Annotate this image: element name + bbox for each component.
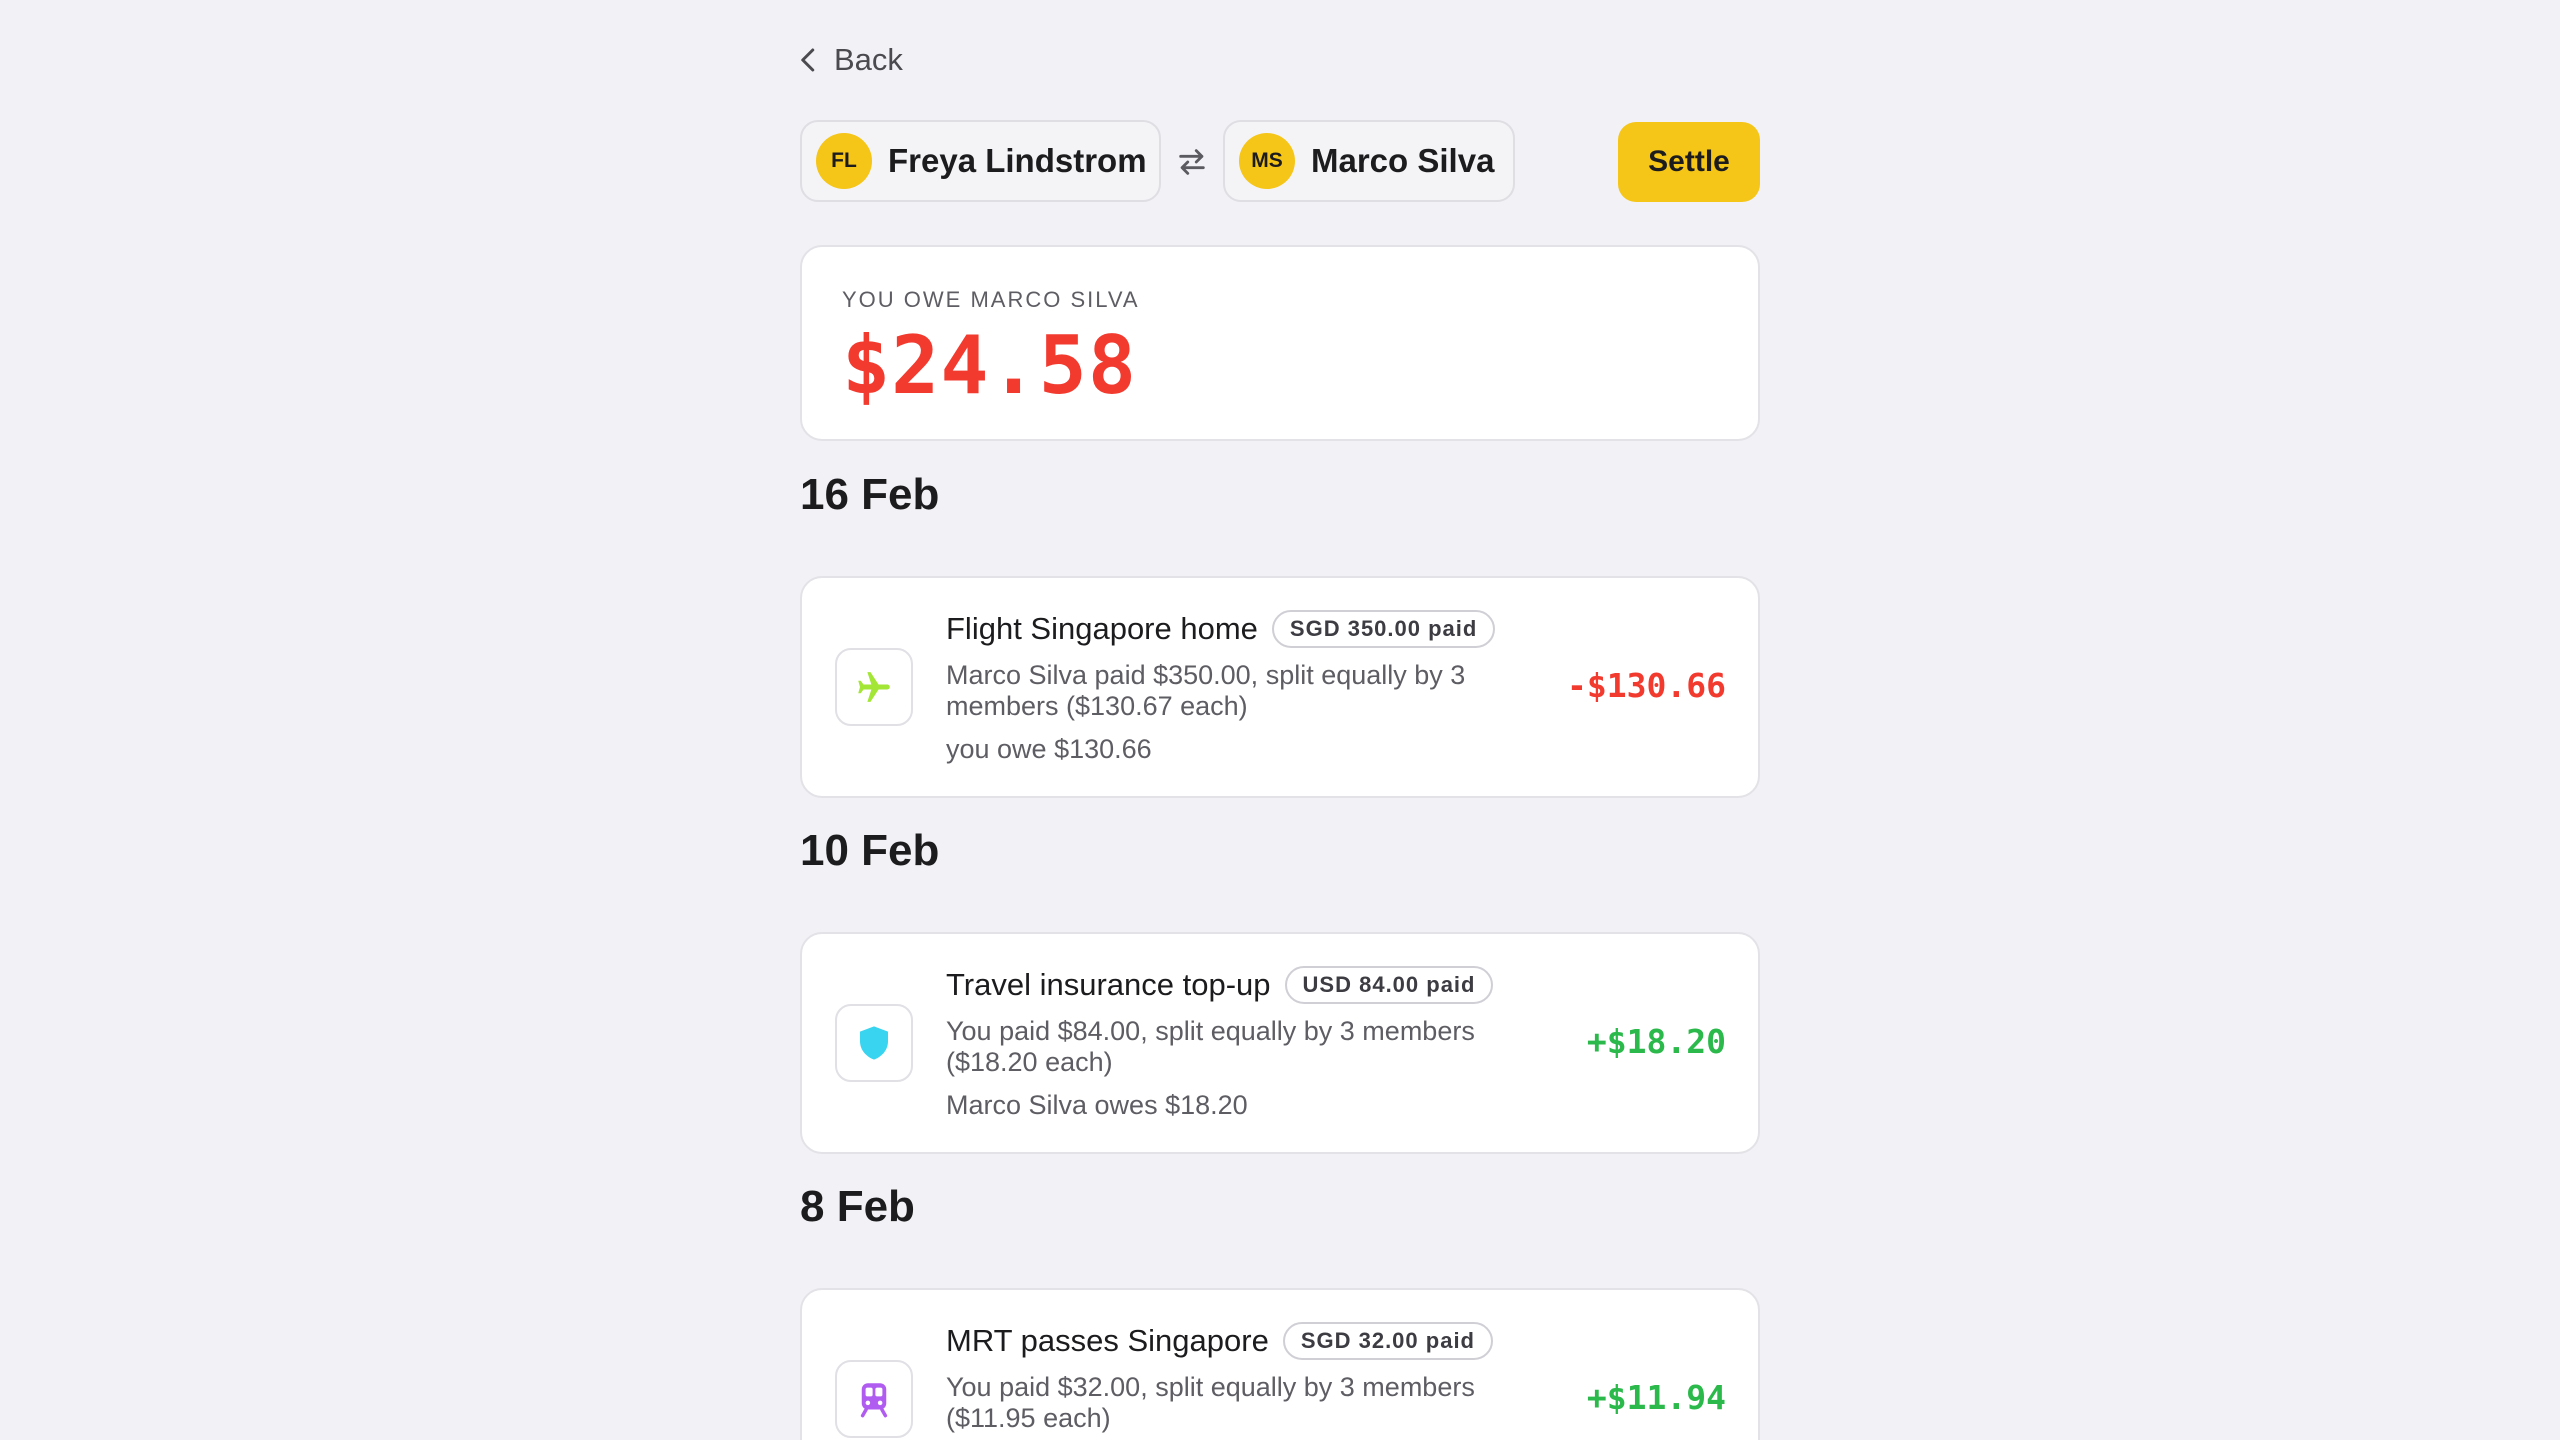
expense-body: MRT passes Singapore SGD 32.00 paid You … — [946, 1322, 1546, 1440]
balance-amount: $24.58 — [842, 319, 1137, 412]
expense-title-row: MRT passes Singapore SGD 32.00 paid — [946, 1322, 1546, 1360]
shield-icon — [835, 1004, 913, 1082]
expense-amount: +$11.94 — [1586, 1378, 1726, 1417]
expense-description: Marco Silva paid $350.00, split equally … — [946, 660, 1466, 721]
to-person-chip[interactable]: MS Marco Silva — [1223, 120, 1515, 202]
expense-card-flight[interactable]: Flight Singapore home SGD 350.00 paid Ma… — [800, 576, 1760, 798]
expense-body: Travel insurance top-up USD 84.00 paid Y… — [946, 966, 1546, 1121]
balance-card: YOU OWE MARCO SILVA $24.58 — [800, 245, 1760, 441]
expense-description: You paid $32.00, split equally by 3 memb… — [946, 1372, 1475, 1433]
avatar: FL — [816, 133, 872, 189]
expense-body: Flight Singapore home SGD 350.00 paid Ma… — [946, 610, 1546, 765]
paid-badge: SGD 32.00 paid — [1282, 1322, 1493, 1360]
back-button[interactable]: Back — [794, 42, 903, 78]
to-person-name: Marco Silva — [1311, 142, 1495, 179]
expense-card-insurance[interactable]: Travel insurance top-up USD 84.00 paid Y… — [800, 932, 1760, 1154]
expense-title: Travel insurance top-up — [946, 967, 1271, 1002]
back-label: Back — [834, 42, 903, 77]
expense-description: You paid $84.00, split equally by 3 memb… — [946, 1016, 1475, 1077]
date-heading: 16 Feb — [800, 470, 940, 519]
date-heading: 10 Feb — [800, 826, 940, 875]
balance-label: YOU OWE MARCO SILVA — [842, 287, 1140, 312]
expense-card-mrt[interactable]: MRT passes Singapore SGD 32.00 paid You … — [800, 1288, 1760, 1440]
expense-title-row: Travel insurance top-up USD 84.00 paid — [946, 966, 1546, 1004]
chevron-left-icon — [801, 48, 815, 72]
expense-amount: +$18.20 — [1586, 1022, 1726, 1061]
expense-title: MRT passes Singapore — [946, 1323, 1269, 1358]
expense-detail-page: Back FL Freya Lindstrom MS Marco Silva S… — [0, 0, 2560, 1440]
date-heading: 8 Feb — [800, 1182, 915, 1231]
from-person-name: Freya Lindstrom — [888, 142, 1147, 179]
from-person-chip[interactable]: FL Freya Lindstrom — [800, 120, 1161, 202]
expense-amount: -$130.66 — [1567, 666, 1726, 705]
expense-share: Marco Silva owes $18.20 — [946, 1090, 1248, 1120]
airplane-icon — [835, 648, 913, 726]
settle-header: FL Freya Lindstrom MS Marco Silva Settle — [800, 120, 1760, 204]
expense-title-row: Flight Singapore home SGD 350.00 paid — [946, 610, 1546, 648]
paid-badge: USD 84.00 paid — [1284, 966, 1494, 1004]
arrows-exchange-icon[interactable] — [1172, 142, 1212, 182]
paid-badge: SGD 350.00 paid — [1271, 610, 1496, 648]
expense-title: Flight Singapore home — [946, 611, 1258, 646]
expense-share: you owe $130.66 — [946, 734, 1152, 764]
settle-button[interactable]: Settle — [1618, 122, 1760, 202]
avatar: MS — [1239, 133, 1295, 189]
train-icon — [835, 1360, 913, 1438]
